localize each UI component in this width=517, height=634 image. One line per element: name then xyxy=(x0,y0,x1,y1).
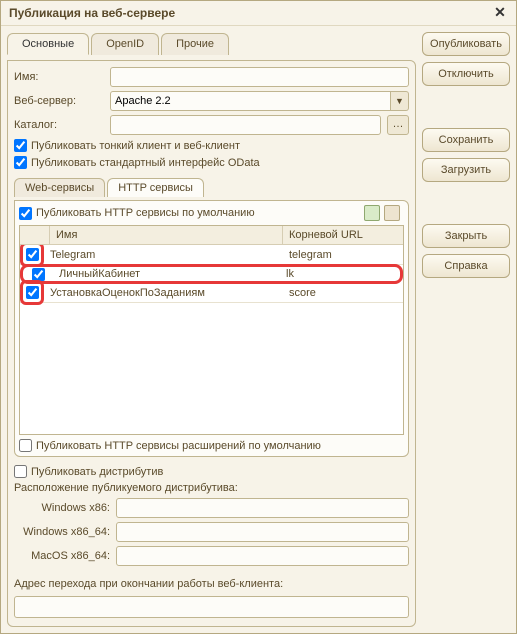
row-checkbox[interactable] xyxy=(26,286,39,299)
win86-input[interactable] xyxy=(116,498,409,518)
name-input[interactable] xyxy=(110,67,409,87)
row-url: telegram xyxy=(283,249,403,261)
col-name: Имя xyxy=(50,226,283,244)
col-check xyxy=(20,226,50,244)
http-default-label: Публиковать HTTP сервисы по умолчанию xyxy=(36,207,255,219)
win86-label: Windows x86: xyxy=(14,502,110,514)
name-label: Имя: xyxy=(14,71,104,83)
catalog-label: Каталог: xyxy=(14,119,104,131)
chevron-down-icon[interactable]: ▼ xyxy=(391,91,409,111)
row-url: lk xyxy=(280,268,400,280)
odata-label: Публиковать стандартный интерфейс OData xyxy=(31,157,260,169)
table-row[interactable]: ЛичныйКабинетlk xyxy=(20,264,403,284)
titlebar: Публикация на веб-сервере ✕ xyxy=(1,1,516,26)
thin-client-checkbox[interactable] xyxy=(14,139,27,152)
tab-openid[interactable]: OpenID xyxy=(91,33,159,55)
http-ext-label: Публиковать HTTP сервисы расширений по у… xyxy=(36,440,321,452)
win64-label: Windows x86_64: xyxy=(14,526,110,538)
select-all-icon[interactable] xyxy=(364,205,380,221)
close-icon[interactable]: ✕ xyxy=(492,5,508,21)
row-url: score xyxy=(283,287,403,299)
browse-button[interactable]: … xyxy=(387,115,409,135)
deselect-all-icon[interactable] xyxy=(384,205,400,221)
publish-button[interactable]: Опубликовать xyxy=(422,32,510,56)
main-tabs: Основные OpenID Прочие xyxy=(7,32,416,54)
publish-distrib-checkbox[interactable] xyxy=(14,465,27,478)
row-name: Telegram xyxy=(44,249,283,261)
row-checkbox[interactable] xyxy=(26,248,39,261)
addr-input[interactable] xyxy=(14,596,409,618)
tab-http-services[interactable]: HTTP сервисы xyxy=(107,178,204,197)
table-row[interactable]: УстановкаОценокПоЗаданиямscore xyxy=(20,283,403,303)
row-checkbox[interactable] xyxy=(32,268,45,281)
thin-client-label: Публиковать тонкий клиент и веб-клиент xyxy=(31,140,240,152)
table-row[interactable]: Telegramtelegram xyxy=(20,245,403,265)
win64-input[interactable] xyxy=(116,522,409,542)
tab-web-services[interactable]: Web-сервисы xyxy=(14,178,105,197)
mac-label: MacOS x86_64: xyxy=(14,550,110,562)
col-url: Корневой URL xyxy=(283,226,403,244)
tab-other[interactable]: Прочие xyxy=(161,33,229,55)
http-ext-checkbox[interactable] xyxy=(19,439,32,452)
window-title: Публикация на веб-сервере xyxy=(9,6,175,20)
disconnect-button[interactable]: Отключить xyxy=(422,62,510,86)
row-name: УстановкаОценокПоЗаданиям xyxy=(44,287,283,299)
webserver-select[interactable] xyxy=(110,91,391,111)
odata-checkbox[interactable] xyxy=(14,156,27,169)
mac-input[interactable] xyxy=(116,546,409,566)
http-default-checkbox[interactable] xyxy=(19,207,32,220)
row-name: ЛичныйКабинет xyxy=(53,268,280,280)
tab-main[interactable]: Основные xyxy=(7,33,89,55)
webserver-label: Веб-сервер: xyxy=(14,95,104,107)
catalog-input[interactable] xyxy=(110,115,381,135)
publish-distrib-label: Публиковать дистрибутив xyxy=(31,466,163,478)
save-button[interactable]: Сохранить xyxy=(422,128,510,152)
help-button[interactable]: Справка xyxy=(422,254,510,278)
addr-label: Адрес перехода при окончании работы веб-… xyxy=(14,578,409,590)
load-button[interactable]: Загрузить xyxy=(422,158,510,182)
http-services-grid: Имя Корневой URL TelegramtelegramЛичныйК… xyxy=(19,225,404,435)
close-button[interactable]: Закрыть xyxy=(422,224,510,248)
distrib-location-label: Расположение публикуемого дистрибутива: xyxy=(14,482,409,494)
